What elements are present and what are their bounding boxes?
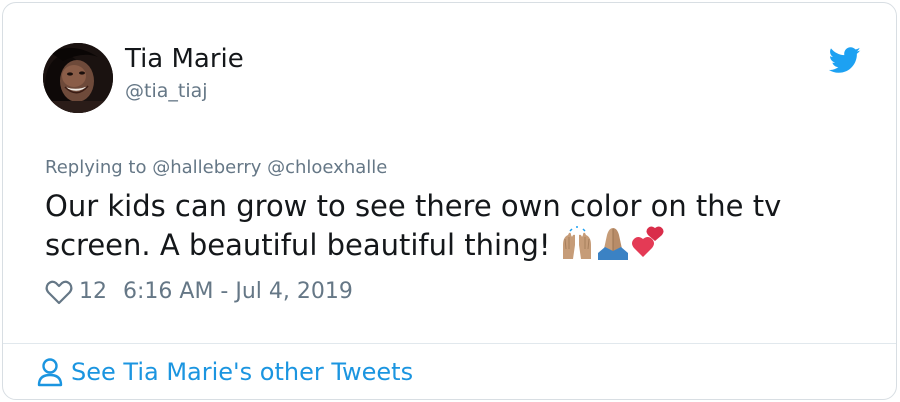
- avatar-image: [43, 43, 113, 113]
- tweet-timestamp[interactable]: 6:16 AM - Jul 4, 2019: [123, 278, 353, 306]
- author-avatar[interactable]: [43, 43, 113, 113]
- author-handle[interactable]: @tia_tiaj: [125, 79, 208, 103]
- raising-hands-emoji: [559, 225, 595, 261]
- reply-mention-chloexhalle[interactable]: @chloexhalle: [267, 157, 387, 178]
- tweet-body: Our kids can grow to see there own color…: [45, 187, 865, 270]
- footer-divider: [3, 343, 896, 344]
- tweet-meta: 12 6:16 AM - Jul 4, 2019: [45, 278, 353, 306]
- emoji-group: [559, 225, 667, 270]
- like-count: 12: [79, 279, 107, 304]
- heart-icon: [45, 279, 73, 305]
- folded-hands-emoji: [595, 225, 631, 261]
- two-hearts-emoji: [631, 225, 667, 261]
- person-icon: [37, 357, 63, 387]
- replying-to-line: Replying to @halleberry @chloexhalle: [45, 157, 387, 179]
- replying-prefix: Replying to: [45, 157, 147, 178]
- see-other-tweets-label: See Tia Marie's other Tweets: [71, 358, 414, 386]
- tweet-text: Our kids can grow to see there own color…: [45, 189, 782, 262]
- author-name[interactable]: Tia Marie: [125, 43, 244, 75]
- tweet-card: Tia Marie @tia_tiaj Replying to @hallebe…: [2, 2, 897, 400]
- like-button[interactable]: 12: [45, 278, 107, 306]
- see-other-tweets-link[interactable]: See Tia Marie's other Tweets: [37, 356, 413, 388]
- twitter-bird-icon[interactable]: [829, 47, 861, 74]
- reply-mention-halleberry[interactable]: @halleberry: [152, 157, 261, 178]
